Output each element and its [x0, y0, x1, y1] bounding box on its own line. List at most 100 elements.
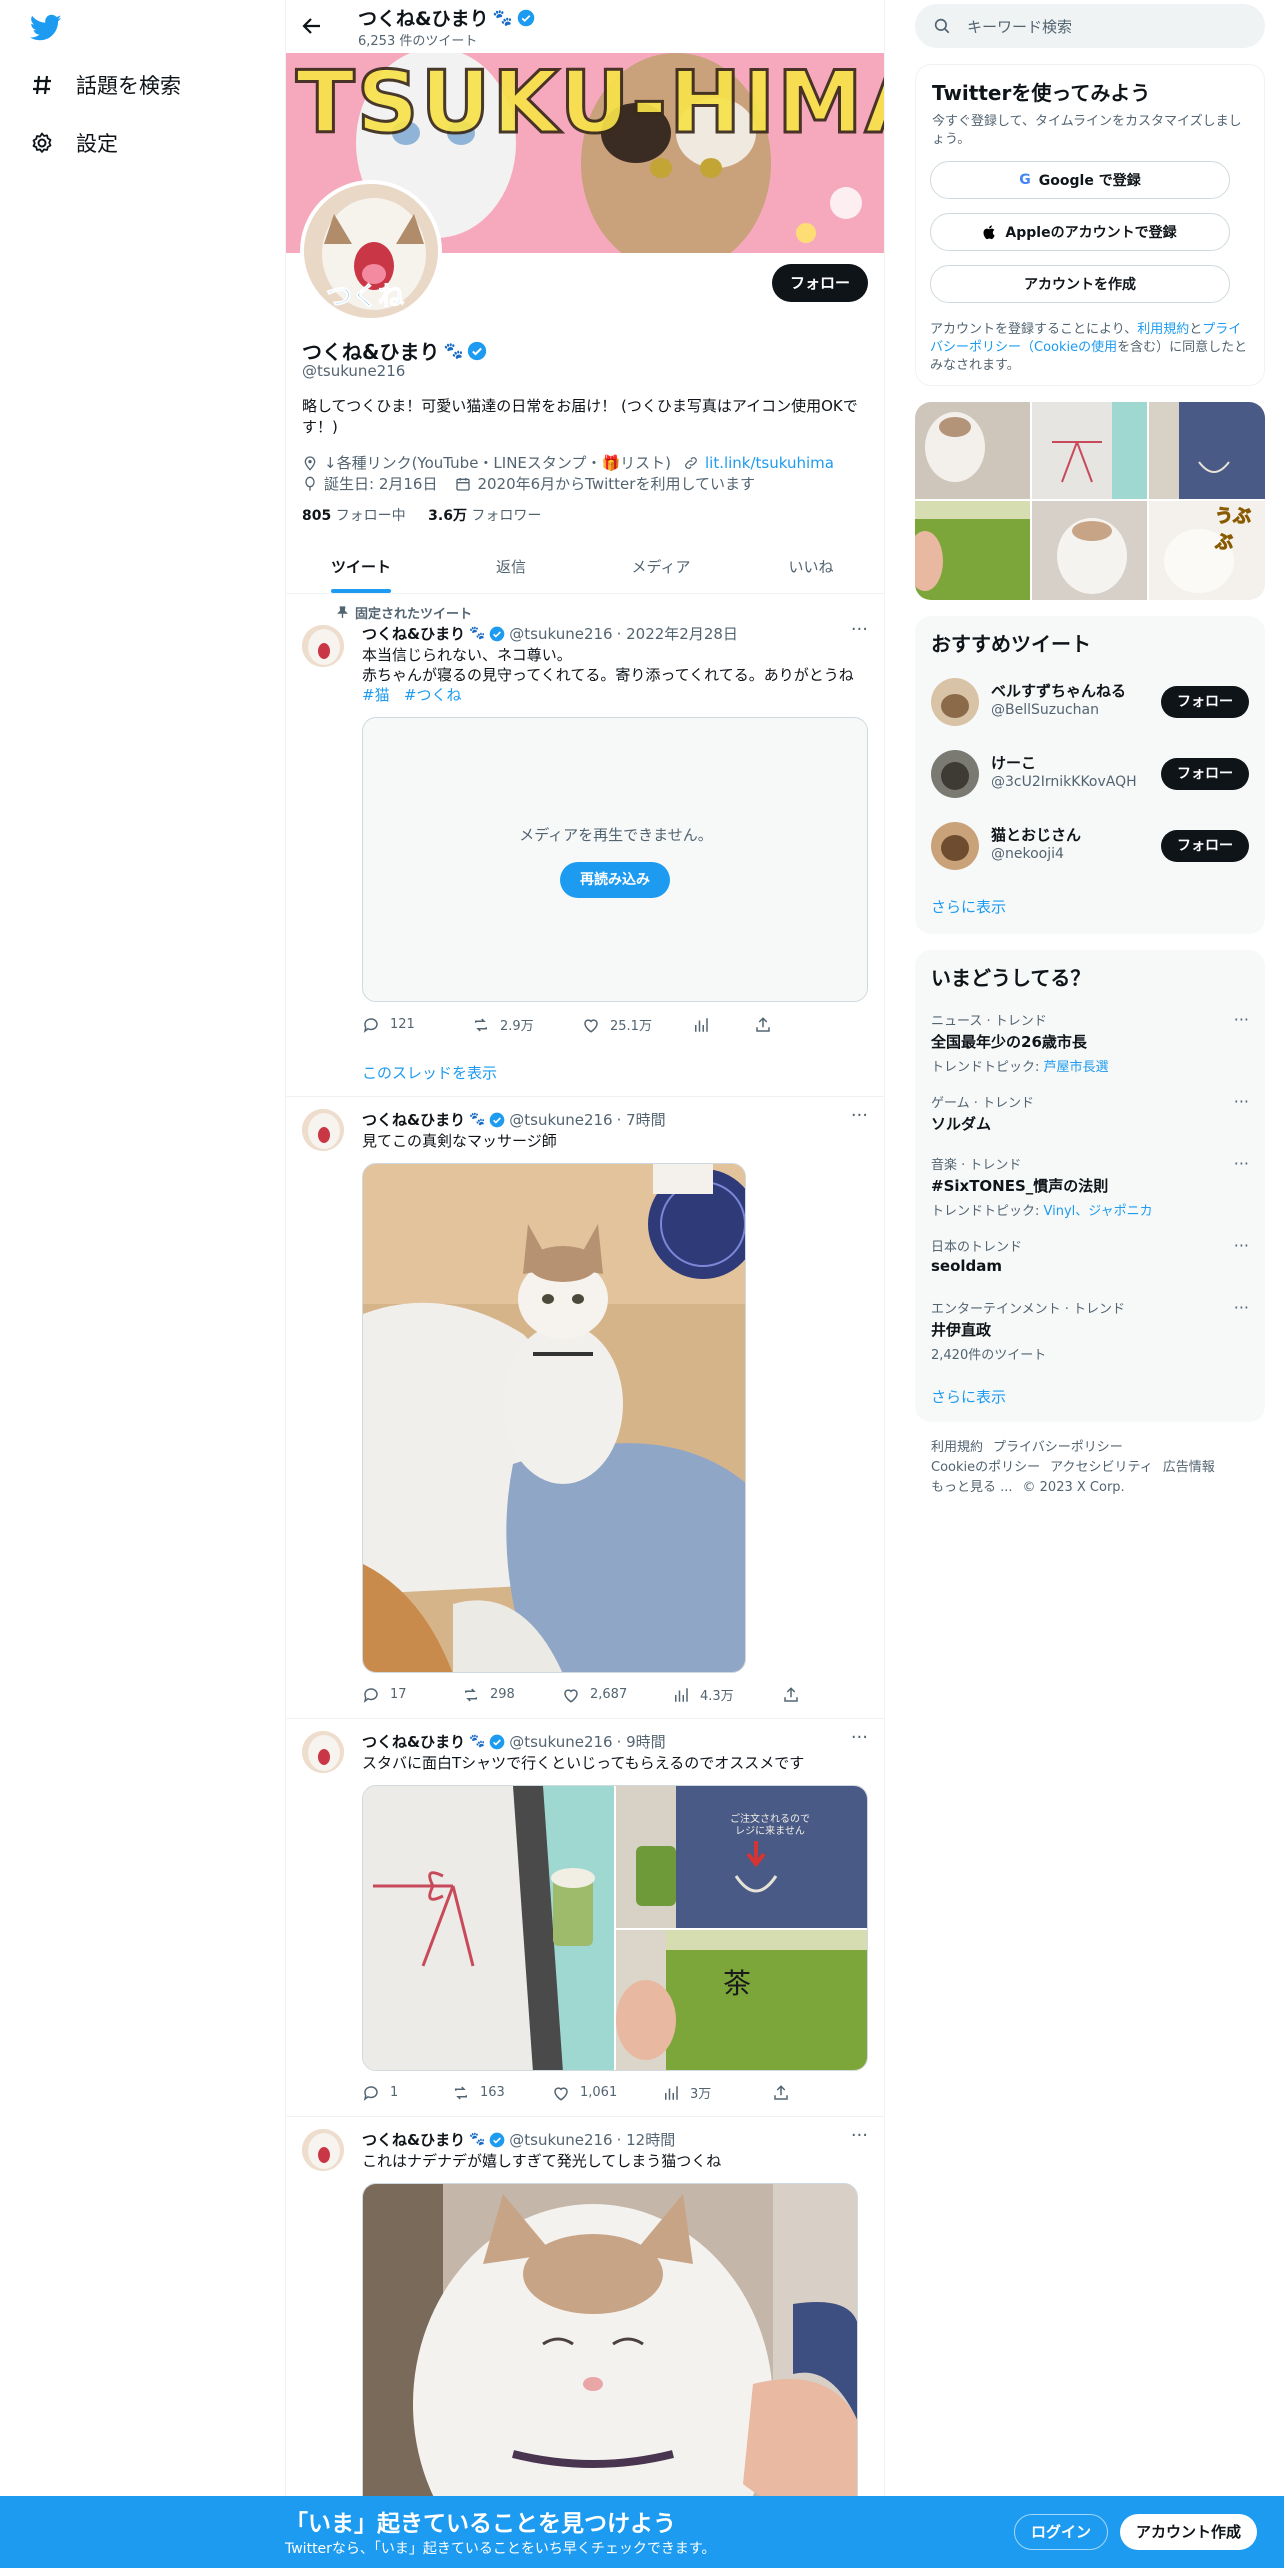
- gallery-photo-1[interactable]: [915, 402, 1030, 499]
- gallery-photo-2[interactable]: [1032, 402, 1147, 499]
- footer-accessibility-link[interactable]: アクセシビリティ: [1050, 1460, 1153, 1475]
- tweet-author-handle[interactable]: @tsukune216: [509, 1111, 612, 1129]
- tweet-author-name[interactable]: つくね&ひまり: [362, 623, 465, 644]
- show-thread-link[interactable]: このスレッドを表示: [362, 1062, 497, 1083]
- recommended-user[interactable]: けーこ @3cU2IrnikKKovAQH フォロー: [931, 744, 1249, 800]
- tab-media[interactable]: メディア: [586, 540, 736, 593]
- tweet-time[interactable]: · 12時間: [617, 2129, 676, 2150]
- tweet-author-handle[interactable]: @tsukune216: [509, 1733, 612, 1751]
- hashtag-link[interactable]: #猫: [362, 686, 390, 704]
- views-button[interactable]: 4.3万: [672, 1685, 782, 1704]
- recommended-follow-button[interactable]: フォロー: [1161, 686, 1249, 718]
- trend-item[interactable]: ニュース · トレンド 全国最年少の26歳市長 トレンドトピック: 芦屋市長選 …: [931, 1010, 1249, 1075]
- trend-item[interactable]: 音楽 · トレンド #SixTONES_慣声の法則 トレンドトピック: Viny…: [931, 1154, 1249, 1219]
- google-signup-button[interactable]: G Google で登録: [930, 161, 1230, 199]
- analytics-button[interactable]: [692, 1016, 754, 1034]
- gallery-photo-3[interactable]: [1149, 402, 1265, 499]
- reply-button[interactable]: 1: [362, 2084, 452, 2102]
- tab-tweets[interactable]: ツイート: [286, 540, 436, 593]
- reply-button[interactable]: 121: [362, 1016, 472, 1034]
- recommended-avatar[interactable]: [931, 822, 979, 870]
- more-options-icon[interactable]: ···: [851, 1727, 868, 1748]
- trend-item[interactable]: 日本のトレンド seoldam ···: [931, 1236, 1249, 1275]
- more-options-icon[interactable]: ···: [851, 2125, 868, 2146]
- tab-replies[interactable]: 返信: [436, 540, 586, 593]
- tweet-starbucks[interactable]: つくね&ひまり 🐾 @tsukune216 · 9時間 ··· スタバに面白Tシ…: [286, 1719, 884, 2117]
- follow-button[interactable]: フォロー: [771, 264, 868, 302]
- tweet-photo[interactable]: [362, 1163, 746, 1673]
- trend-sub-link[interactable]: 芦屋市長選: [1044, 1060, 1109, 1075]
- more-options-icon[interactable]: ···: [851, 619, 868, 640]
- nav-explore[interactable]: 話題を検索: [30, 70, 181, 100]
- tweet-avatar[interactable]: [302, 625, 344, 667]
- tweet-avatar[interactable]: [302, 1109, 344, 1151]
- recommended-follow-button[interactable]: フォロー: [1161, 758, 1249, 790]
- tweet-time[interactable]: · 2022年2月28日: [617, 623, 738, 644]
- retweet-count: 163: [480, 2085, 505, 2100]
- recommended-user[interactable]: 猫とおじさん @nekooji4 フォロー: [931, 816, 1249, 872]
- signup-button[interactable]: アカウント作成: [1120, 2514, 1258, 2550]
- trend-item[interactable]: ゲーム · トレンド ソルダム ···: [931, 1092, 1249, 1134]
- recommended-show-more[interactable]: さらに表示: [931, 896, 1006, 917]
- share-button[interactable]: [754, 1016, 794, 1034]
- retweet-button[interactable]: 163: [452, 2084, 552, 2102]
- nav-settings[interactable]: 設定: [30, 128, 118, 158]
- footer-cookie-link[interactable]: Cookieのポリシー: [931, 1460, 1040, 1475]
- recommended-avatar[interactable]: [931, 678, 979, 726]
- tweet-author-name[interactable]: つくね&ひまり: [362, 2129, 465, 2150]
- tab-likes[interactable]: いいね: [736, 540, 884, 593]
- trends-show-more[interactable]: さらに表示: [931, 1386, 1006, 1407]
- hashtag-link[interactable]: #つくね: [404, 686, 462, 704]
- share-button[interactable]: [782, 1686, 822, 1704]
- profile-website-link[interactable]: lit.link/tsukuhima: [705, 454, 834, 472]
- recommended-avatar[interactable]: [931, 750, 979, 798]
- photo-tshirt-ribbon[interactable]: [363, 1786, 614, 2071]
- reply-button[interactable]: 17: [362, 1686, 462, 1704]
- like-button[interactable]: 2,687: [562, 1686, 672, 1704]
- reload-button[interactable]: 再読み込み: [560, 862, 670, 898]
- gallery-photo-4[interactable]: [915, 501, 1030, 600]
- profile-avatar[interactable]: つくね: [300, 180, 442, 322]
- following-link[interactable]: 805 フォロー中: [302, 508, 406, 524]
- recommended-follow-button[interactable]: フォロー: [1161, 830, 1249, 862]
- like-button[interactable]: 1,061: [552, 2084, 662, 2102]
- tweet-author-handle[interactable]: @tsukune216: [509, 2131, 612, 2149]
- footer-privacy-link[interactable]: プライバシーポリシー: [993, 1440, 1123, 1455]
- photo-tshirt-text[interactable]: [616, 1786, 868, 1928]
- footer-terms-link[interactable]: 利用規約: [931, 1440, 983, 1455]
- tweet-pinned[interactable]: 固定されたツイート つくね&ひまり 🐾 @tsukune216 · 2022年2…: [286, 595, 884, 1097]
- login-button[interactable]: ログイン: [1014, 2514, 1109, 2550]
- tweet-author-name[interactable]: つくね&ひまり: [362, 1109, 465, 1130]
- trend-item[interactable]: エンターテインメント · トレンド 井伊直政 2,420件のツイート ···: [931, 1298, 1249, 1363]
- tweet-avatar[interactable]: [302, 2129, 344, 2171]
- more-options-icon[interactable]: ···: [851, 1105, 868, 1126]
- tweet-avatar[interactable]: [302, 1731, 344, 1773]
- more-options-icon[interactable]: ···: [1234, 1010, 1249, 1029]
- back-arrow-icon[interactable]: [300, 14, 324, 38]
- tweet-massage[interactable]: つくね&ひまり 🐾 @tsukune216 · 7時間 ··· 見てこの真剣なマ…: [286, 1097, 884, 1719]
- retweet-button[interactable]: 298: [462, 1686, 562, 1704]
- footer-more-link[interactable]: もっと見る ...: [931, 1480, 1013, 1495]
- tweet-time[interactable]: · 7時間: [617, 1109, 666, 1130]
- recommended-user[interactable]: ベルすずちゃんねる @BellSuzuchan フォロー: [931, 672, 1249, 728]
- more-options-icon[interactable]: ···: [1234, 1236, 1249, 1255]
- views-button[interactable]: 3万: [662, 2083, 772, 2102]
- followers-link[interactable]: 3.6万 フォロワー: [428, 508, 541, 524]
- tweet-author-handle[interactable]: @tsukune216: [509, 625, 612, 643]
- trend-sub-link[interactable]: Vinyl、ジャポニカ: [1044, 1204, 1153, 1219]
- apple-signup-button[interactable]: Appleのアカウントで登録: [930, 213, 1230, 251]
- share-button[interactable]: [772, 2084, 812, 2102]
- tweet-time[interactable]: · 9時間: [617, 1731, 666, 1752]
- search-bar[interactable]: キーワード検索: [915, 4, 1265, 48]
- like-button[interactable]: 25.1万: [582, 1015, 692, 1034]
- twitter-logo-icon[interactable]: [30, 14, 62, 42]
- footer-ads-link[interactable]: 広告情報: [1163, 1460, 1215, 1475]
- more-options-icon[interactable]: ···: [1234, 1154, 1249, 1173]
- retweet-button[interactable]: 2.9万: [472, 1015, 582, 1034]
- more-options-icon[interactable]: ···: [1234, 1092, 1249, 1111]
- create-account-button[interactable]: アカウントを作成: [930, 265, 1230, 303]
- gallery-photo-5[interactable]: [1032, 501, 1147, 600]
- terms-link[interactable]: 利用規約: [1137, 322, 1189, 337]
- tweet-author-name[interactable]: つくね&ひまり: [362, 1731, 465, 1752]
- more-options-icon[interactable]: ···: [1234, 1298, 1249, 1317]
